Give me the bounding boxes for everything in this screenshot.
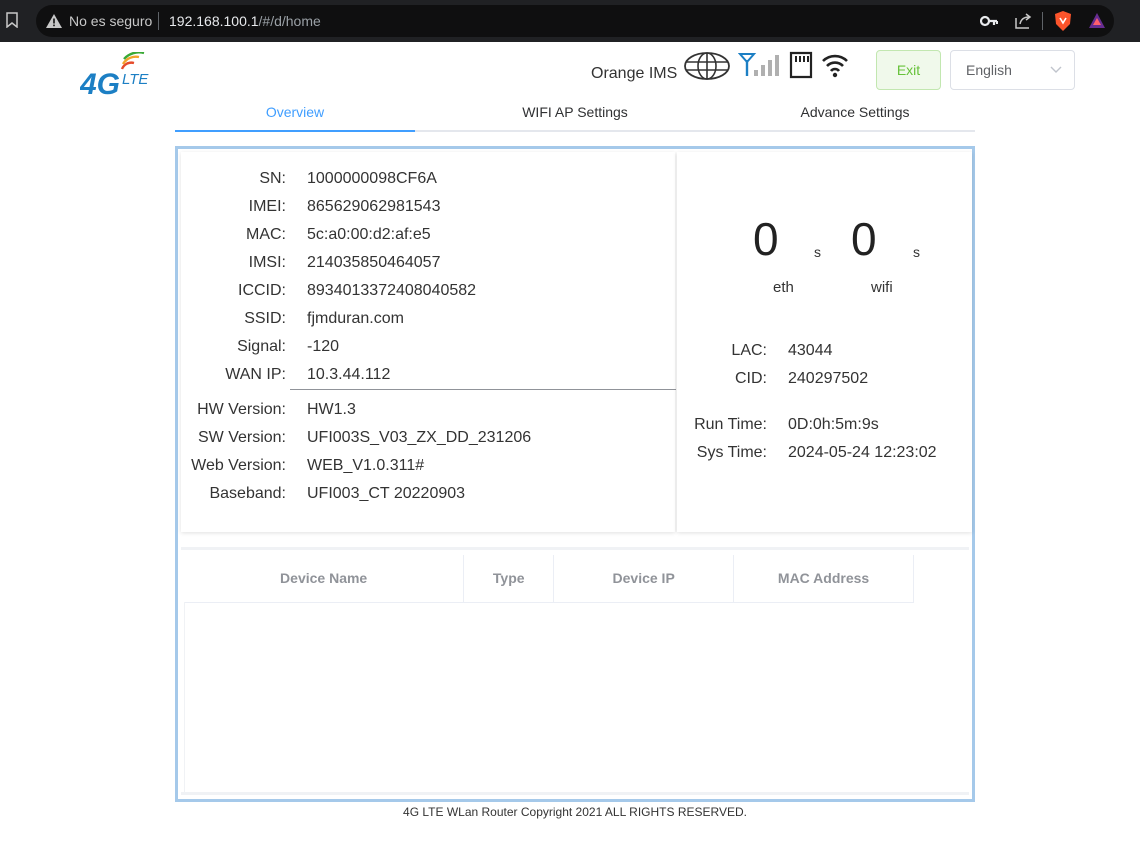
sys-time-value: 2024-05-24 12:23:02 bbox=[788, 444, 937, 461]
carrier-name: Orange IMS bbox=[591, 65, 678, 82]
overview-panel: SN: 1000000098CF6A IMEI: 865629062981543… bbox=[175, 146, 975, 802]
wifi-traffic-value: 0 bbox=[851, 213, 877, 265]
cid-value: 240297502 bbox=[788, 370, 869, 387]
sys-time-label: Sys Time: bbox=[696, 444, 767, 461]
rewards-icon[interactable] bbox=[1088, 12, 1106, 30]
info-value: 5c:a0:00:d2:af:e5 bbox=[307, 226, 431, 243]
wifi-traffic-unit: s bbox=[913, 244, 920, 260]
globe-icon bbox=[684, 52, 730, 80]
info-label: WAN IP: bbox=[225, 366, 286, 383]
tab-wifi-ap-settings[interactable]: WIFI AP Settings bbox=[455, 104, 695, 120]
nav-tabs: Overview WIFI AP Settings Advance Settin… bbox=[175, 96, 975, 132]
device-info-card: SN: 1000000098CF6A IMEI: 865629062981543… bbox=[181, 152, 676, 532]
footer-copyright: 4G LTE WLan Router Copyright 2021 ALL RI… bbox=[403, 805, 747, 819]
lte-logo: 4G LTE bbox=[80, 52, 149, 98]
info-label: IMEI: bbox=[248, 198, 286, 215]
info-label: MAC: bbox=[246, 226, 286, 243]
logo-sub-text: LTE bbox=[122, 71, 149, 88]
run-time-value: 0D:0h:5m:9s bbox=[788, 416, 879, 433]
column-header-mac-address[interactable]: MAC Address bbox=[733, 555, 914, 603]
connected-devices-table: Device Name Type Device IP MAC Address bbox=[184, 555, 914, 603]
wifi-label: wifi bbox=[871, 279, 893, 296]
info-value: 8934013372408040582 bbox=[307, 282, 477, 299]
active-tab-indicator bbox=[175, 130, 415, 132]
info-label: Baseband: bbox=[209, 485, 286, 502]
column-header-type[interactable]: Type bbox=[463, 555, 555, 603]
info-value: 1000000098CF6A bbox=[307, 170, 437, 187]
key-icon[interactable] bbox=[980, 13, 998, 29]
run-time-label: Run Time: bbox=[694, 416, 767, 433]
info-label: Web Version: bbox=[191, 457, 286, 474]
signal-icon bbox=[738, 53, 779, 76]
table-header-row: Device Name Type Device IP MAC Address bbox=[184, 555, 914, 603]
url-text[interactable]: 192.168.100.1/#/d/home bbox=[169, 13, 321, 29]
tab-advance-settings[interactable]: Advance Settings bbox=[735, 104, 975, 120]
info-value: UFI003S_V03_ZX_DD_231206 bbox=[307, 429, 532, 446]
info-label: SSID: bbox=[244, 310, 286, 327]
wifi-icon bbox=[822, 54, 848, 78]
share-icon[interactable] bbox=[1014, 12, 1032, 30]
logo-main-text: 4G bbox=[80, 68, 120, 98]
bookmark-icon[interactable] bbox=[6, 12, 18, 28]
eth-label: eth bbox=[773, 279, 794, 296]
info-label: HW Version: bbox=[197, 401, 286, 418]
language-select[interactable]: English bbox=[950, 50, 1075, 90]
url-divider bbox=[158, 12, 159, 30]
column-header-device-ip[interactable]: Device IP bbox=[553, 555, 735, 603]
traffic-status-card: 0 s eth 0 s wifi LAC: 43044 CID: 2402975… bbox=[677, 152, 972, 532]
chevron-down-icon bbox=[1050, 66, 1062, 73]
tab-overview[interactable]: Overview bbox=[175, 104, 415, 120]
exit-button[interactable]: Exit bbox=[876, 50, 941, 90]
toolbar-divider bbox=[1042, 12, 1043, 30]
info-label: ICCID: bbox=[238, 282, 286, 299]
brave-shield-icon[interactable] bbox=[1054, 11, 1072, 31]
security-label[interactable]: No es seguro bbox=[69, 13, 152, 29]
sim-card-icon bbox=[789, 51, 813, 79]
url-path: /#/d/home bbox=[258, 13, 321, 29]
info-value: fjmduran.com bbox=[307, 310, 404, 327]
info-value: -120 bbox=[307, 338, 340, 355]
lac-value: 43044 bbox=[788, 342, 833, 359]
table-body-empty bbox=[184, 602, 966, 792]
warning-icon[interactable] bbox=[46, 14, 62, 28]
language-select-value: English bbox=[966, 62, 1012, 78]
connected-devices-area: Device Name Type Device IP MAC Address bbox=[181, 547, 969, 795]
eth-traffic-unit: s bbox=[814, 244, 821, 260]
info-value: WEB_V1.0.311# bbox=[307, 457, 425, 474]
address-bar[interactable]: No es seguro 192.168.100.1/#/d/home bbox=[36, 5, 1114, 37]
info-label: IMSI: bbox=[248, 254, 286, 271]
info-value: 214035850464057 bbox=[307, 254, 441, 271]
info-label: SN: bbox=[259, 170, 286, 187]
info-label: SW Version: bbox=[197, 429, 286, 446]
info-value: HW1.3 bbox=[307, 401, 356, 418]
info-value: 10.3.44.112 bbox=[307, 366, 391, 383]
info-value: UFI003_CT 20220903 bbox=[307, 485, 466, 502]
cid-label: CID: bbox=[735, 370, 767, 387]
info-value: 865629062981543 bbox=[307, 198, 441, 215]
info-label: Signal: bbox=[237, 338, 286, 355]
browser-toolbar: No es seguro 192.168.100.1/#/d/home bbox=[0, 0, 1140, 42]
column-header-device-name[interactable]: Device Name bbox=[184, 555, 465, 603]
lac-label: LAC: bbox=[731, 342, 767, 359]
section-divider bbox=[290, 389, 676, 390]
url-host: 192.168.100.1 bbox=[169, 13, 259, 29]
eth-traffic-value: 0 bbox=[753, 213, 779, 265]
